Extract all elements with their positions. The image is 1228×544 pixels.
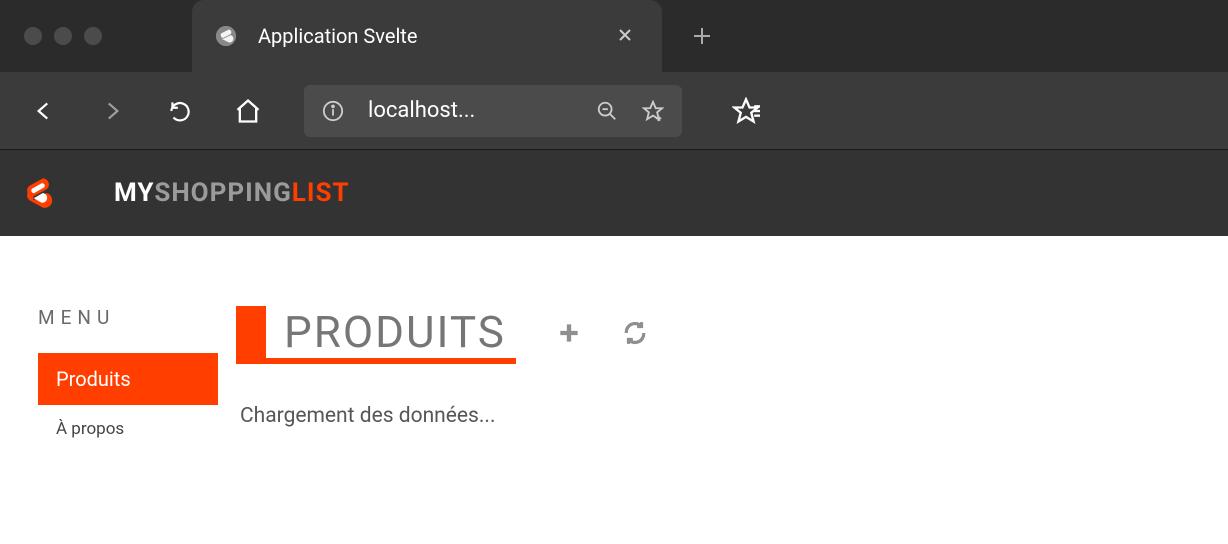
window-close-dot[interactable] — [24, 27, 42, 45]
menu-heading: MENU — [38, 306, 218, 329]
info-icon[interactable] — [322, 100, 344, 122]
back-button[interactable] — [20, 87, 68, 135]
reload-button[interactable] — [156, 87, 204, 135]
content-area: PRODUITS Chargement des données... — [236, 306, 648, 453]
tab-title: Application Svelte — [258, 24, 596, 48]
window-minimize-dot[interactable] — [54, 27, 72, 45]
app-title-shopping: SHOPPING — [154, 178, 291, 208]
favorite-add-icon[interactable] — [642, 100, 664, 122]
window-maximize-dot[interactable] — [84, 27, 102, 45]
main-content: MENU Produits À propos PRODUITS Chargeme… — [0, 236, 1228, 453]
browser-tab-bar: Application Svelte — [0, 0, 1228, 72]
home-button[interactable] — [224, 87, 272, 135]
refresh-button[interactable] — [622, 320, 648, 350]
app-header: MYSHOPPINGLIST — [0, 150, 1228, 236]
browser-tab[interactable]: Application Svelte — [192, 0, 662, 72]
loading-message: Chargement des données... — [240, 404, 648, 428]
address-bar[interactable]: localhost... — [304, 85, 682, 137]
window-controls — [24, 27, 102, 45]
zoom-out-icon[interactable] — [596, 100, 618, 122]
app-title-list: LIST — [292, 178, 350, 208]
sidebar: MENU Produits À propos — [38, 306, 218, 453]
add-button[interactable] — [556, 320, 582, 350]
new-tab-button[interactable] — [692, 20, 712, 53]
sidebar-item-apropos[interactable]: À propos — [38, 405, 218, 453]
title-accent-bar — [236, 306, 266, 364]
close-tab-icon[interactable] — [616, 24, 634, 48]
svelte-favicon-icon — [214, 24, 238, 48]
svelte-logo-icon — [22, 177, 54, 209]
url-text: localhost... — [368, 98, 572, 123]
app-title-my: MY — [114, 178, 154, 208]
sidebar-item-produits[interactable]: Produits — [38, 353, 218, 405]
app-title: MYSHOPPINGLIST — [114, 178, 350, 208]
forward-button[interactable] — [88, 87, 136, 135]
browser-nav-bar: localhost... — [0, 72, 1228, 150]
page-title: PRODUITS — [266, 306, 516, 364]
title-block: PRODUITS — [236, 306, 516, 364]
favorites-button[interactable] — [722, 87, 770, 135]
page-header: PRODUITS — [236, 306, 648, 364]
